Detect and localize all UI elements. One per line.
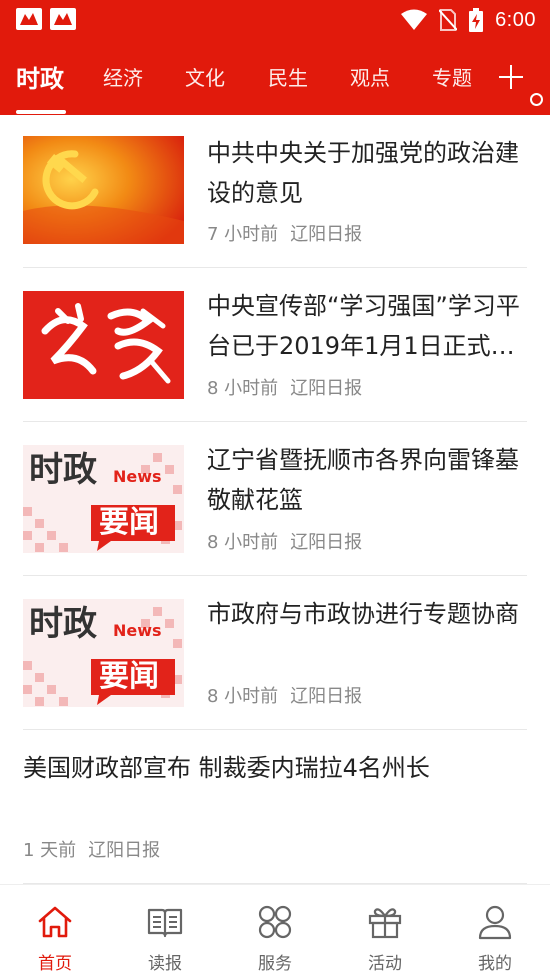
wifi-icon <box>401 9 428 30</box>
tab-shizheng[interactable]: 时政 <box>16 59 64 94</box>
thumbnail-yaowen-text: 要闻 <box>99 505 159 540</box>
battery-charging-icon <box>469 8 484 32</box>
newspaper-icon <box>147 908 183 938</box>
nav-label: 读报 <box>148 954 182 974</box>
app-header: 6:00 时政 经济 文化 民生 观点 专题 <box>0 0 550 115</box>
news-title: 中央宣传部“学习强国”学习平台已于2019年1月1日正式上线 <box>207 292 520 360</box>
channel-tabs: 时政 经济 文化 民生 观点 专题 <box>0 50 550 115</box>
active-tab-indicator <box>16 110 66 114</box>
news-item[interactable]: 时政 News 要闻 辽宁省暨抚顺市各界向雷锋墓敬献花篮 8 小时前 辽阳日报 <box>0 422 550 576</box>
thumbnail-shizheng-text: 时政 <box>29 604 97 644</box>
news-source: 辽阳日报 <box>290 532 363 553</box>
status-indicators: 6:00 <box>401 7 536 33</box>
nav-label: 我的 <box>478 954 512 974</box>
news-item[interactable]: 中央宣传部“学习强国”学习平台已于2019年1月1日正式上线 8 小时前辽阳日报 <box>0 268 550 422</box>
news-meta: 1 天前 辽阳日报 <box>23 836 160 862</box>
nav-label: 活动 <box>368 954 402 974</box>
party-emblem-thumbnail <box>23 136 184 244</box>
thumbnail-yaowen-text: 要闻 <box>99 659 159 694</box>
gift-icon <box>368 908 402 939</box>
xuexi-thumbnail <box>23 291 184 399</box>
bottom-navigation: 首页 读报 服务 活动 我的 <box>0 884 550 977</box>
nav-label: 服务 <box>258 954 292 974</box>
calligraphy-strokes-icon <box>41 303 171 384</box>
thumbnail-news-text: News <box>113 621 162 640</box>
news-meta: 7 小时前 辽阳日报 <box>207 220 362 246</box>
news-item[interactable]: 时政 News 要闻 市政府与市政协进行专题协商 8 小时前 辽阳日报 <box>0 576 550 730</box>
nav-label: 首页 <box>38 954 72 974</box>
news-time: 7 小时前 <box>207 224 279 245</box>
notification-dot-icon <box>530 93 543 106</box>
news-title: 美国财政部宣布 制裁委内瑞拉4名州长 <box>23 754 430 782</box>
nav-read-paper[interactable]: 读报 <box>110 885 220 977</box>
home-icon <box>38 906 72 938</box>
nav-profile[interactable]: 我的 <box>440 885 550 977</box>
news-source: 辽阳日报 <box>290 686 363 707</box>
tab-zhuanti[interactable]: 专题 <box>432 62 472 91</box>
news-item[interactable]: 美国财政部宣布 制裁委内瑞拉4名州长 1 天前 辽阳日报 <box>0 730 550 884</box>
nav-home[interactable]: 首页 <box>0 885 110 977</box>
news-meta: 8 小时前 辽阳日报 <box>207 374 362 400</box>
no-sim-icon <box>439 9 458 31</box>
status-bar: 6:00 <box>0 0 550 40</box>
news-time: 8 小时前 <box>207 532 279 553</box>
services-grid-icon <box>258 905 292 939</box>
news-time: 1 天前 <box>23 840 77 861</box>
profile-icon <box>478 905 512 940</box>
app-logo-icon <box>50 8 76 30</box>
news-meta: 8 小时前 辽阳日报 <box>207 682 362 708</box>
shizheng-news-thumbnail: 时政 News 要闻 <box>23 445 184 553</box>
news-source: 辽阳日报 <box>88 840 161 861</box>
news-title: 辽宁省暨抚顺市各界向雷锋墓敬献花篮 <box>207 446 519 514</box>
news-time: 8 小时前 <box>207 378 279 399</box>
news-source: 辽阳日报 <box>290 378 363 399</box>
shizheng-news-thumbnail: 时政 News 要闻 <box>23 599 184 707</box>
tab-minsheng[interactable]: 民生 <box>268 62 308 91</box>
nav-activities[interactable]: 活动 <box>330 885 440 977</box>
tab-jingji[interactable]: 经济 <box>103 62 143 91</box>
news-title: 中共中央关于加强党的政治建设的意见 <box>207 139 519 207</box>
tab-guandian[interactable]: 观点 <box>350 62 390 91</box>
news-meta: 8 小时前 辽阳日报 <box>207 528 362 554</box>
thumbnail-news-text: News <box>113 467 162 486</box>
news-item[interactable]: 中共中央关于加强党的政治建设的意见 7 小时前 辽阳日报 <box>0 115 550 268</box>
app-logo-icon <box>16 8 42 30</box>
add-channel-button[interactable] <box>496 62 526 92</box>
status-time: 6:00 <box>495 8 536 31</box>
thumbnail-shizheng-text: 时政 <box>29 450 97 490</box>
tab-wenhua[interactable]: 文化 <box>185 62 225 91</box>
news-time: 8 小时前 <box>207 686 279 707</box>
news-source: 辽阳日报 <box>290 224 363 245</box>
news-title: 市政府与市政协进行专题协商 <box>207 600 519 628</box>
nav-services[interactable]: 服务 <box>220 885 330 977</box>
